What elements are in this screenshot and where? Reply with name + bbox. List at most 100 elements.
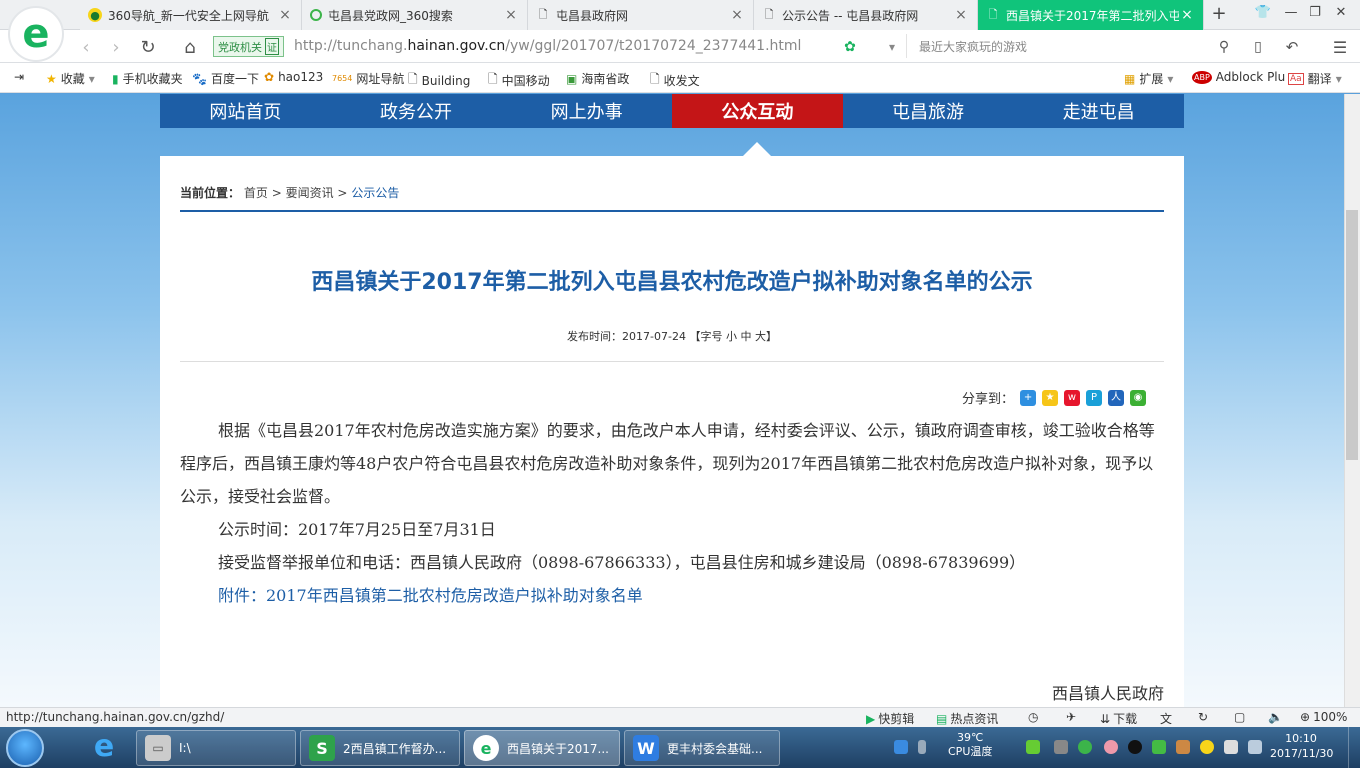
- clock-time: 10:10: [1285, 732, 1317, 745]
- monitor-icon[interactable]: [1248, 740, 1262, 754]
- cpu-temp-value: 39℃: [957, 731, 984, 744]
- app-tray-icon[interactable]: [1054, 740, 1068, 754]
- bookmark-label: 手机收藏夹: [122, 72, 183, 86]
- history-icon[interactable]: ◷: [1028, 710, 1038, 724]
- weibo-icon[interactable]: w: [1064, 389, 1081, 406]
- menu-icon[interactable]: ☰: [1328, 35, 1352, 59]
- close-icon[interactable]: ×: [503, 7, 519, 23]
- site-nav-about[interactable]: 走进屯昌: [1013, 94, 1184, 128]
- site-nav-public-interaction[interactable]: 公众互动: [672, 94, 843, 128]
- close-icon[interactable]: ×: [953, 7, 969, 23]
- back-icon[interactable]: ‹: [74, 35, 98, 59]
- sidebar-toggle-icon[interactable]: ⇥: [14, 70, 24, 84]
- restore-icon[interactable]: ❐: [1304, 5, 1326, 25]
- tencent-weibo-icon[interactable]: P: [1086, 389, 1103, 406]
- adblock-button[interactable]: ABP Adblock Plu: [1192, 70, 1285, 84]
- quick-clip-label: 快剪辑: [878, 712, 915, 726]
- security-icon[interactable]: ✿: [838, 35, 862, 59]
- chrome-icon[interactable]: [1104, 740, 1118, 754]
- phone-icon: ▮: [112, 71, 119, 86]
- tab-public-notice[interactable]: 🗋 公示公告 -- 屯昌县政府网 ×: [754, 0, 978, 30]
- new-tab-button[interactable]: +: [1206, 3, 1232, 27]
- window-icon[interactable]: ▢: [1234, 710, 1245, 724]
- download-button[interactable]: ⇊ 下载: [1100, 710, 1137, 727]
- extensions-button[interactable]: ▦ 扩展 ▾: [1124, 70, 1173, 87]
- browser-logo[interactable]: e: [8, 6, 64, 62]
- phone-icon[interactable]: ▯: [1246, 35, 1270, 59]
- bookmark-china-mobile[interactable]: 🗋 中国移动: [488, 70, 550, 91]
- forward-icon[interactable]: ›: [104, 35, 128, 59]
- page-icon: 🗋: [988, 7, 998, 21]
- user-icon[interactable]: [894, 740, 908, 754]
- site-nav-online-service[interactable]: 网上办事: [501, 94, 672, 128]
- refresh-icon[interactable]: ↻: [1198, 710, 1208, 724]
- wechat-icon[interactable]: ◉: [1130, 389, 1147, 406]
- bookmark-documents[interactable]: 🗋 收发文: [650, 70, 700, 91]
- bookmark-nav[interactable]: 7654 网址导航: [332, 70, 404, 87]
- quick-clip-button[interactable]: ▶ 快剪辑: [866, 710, 914, 727]
- taskbar-label: I:\: [179, 741, 191, 755]
- bookmark-mobile[interactable]: ▮ 手机收藏夹: [112, 70, 183, 87]
- clean-icon[interactable]: ✈: [1066, 710, 1076, 724]
- site-nav-gov-affairs[interactable]: 政务公开: [331, 94, 502, 128]
- show-desktop-button[interactable]: [1348, 727, 1360, 768]
- close-window-icon[interactable]: ✕: [1330, 5, 1352, 25]
- site-nav-home[interactable]: 网站首页: [160, 94, 331, 128]
- hot-news-button[interactable]: ▤ 热点资讯: [936, 710, 998, 727]
- renren-icon[interactable]: 人: [1108, 389, 1125, 406]
- taskbar-label: 2西昌镇工作督办...: [343, 741, 447, 756]
- minimize-icon[interactable]: —: [1280, 5, 1302, 25]
- 360-tray-icon[interactable]: [1200, 740, 1214, 754]
- close-icon[interactable]: ×: [1179, 7, 1195, 23]
- gov-badge[interactable]: 党政机关 证: [213, 36, 284, 57]
- qzone-icon[interactable]: ★: [1042, 389, 1059, 406]
- flag-icon[interactable]: [1224, 740, 1238, 754]
- battery-icon[interactable]: [1026, 740, 1040, 754]
- home-icon[interactable]: ⌂: [178, 35, 202, 59]
- bookmark-hao123[interactable]: ✿ hao123: [264, 70, 323, 84]
- ie-icon[interactable]: e: [86, 731, 122, 765]
- cpu-temp[interactable]: 39℃ CPU温度: [948, 731, 992, 759]
- tray-app-icon[interactable]: [1176, 740, 1190, 754]
- taskbar-wps-writer[interactable]: W 更丰村委会基础...: [624, 730, 780, 766]
- breadcrumb-notices[interactable]: 公示公告: [351, 186, 399, 200]
- qq-icon[interactable]: [1128, 740, 1142, 754]
- breadcrumb-home[interactable]: 首页: [244, 186, 268, 200]
- 360-safe-icon[interactable]: [1078, 740, 1092, 754]
- taskbar-explorer[interactable]: ▭ I:\: [136, 730, 296, 766]
- close-icon[interactable]: ×: [729, 7, 745, 23]
- tab-current-article[interactable]: 🗋 西昌镇关于2017年第二批列入屯 ×: [978, 0, 1204, 30]
- tab-360-search[interactable]: 屯昌县党政网_360搜索 ×: [302, 0, 528, 30]
- dropdown-icon[interactable]: ▾: [880, 35, 904, 59]
- attachment-link[interactable]: 附件：2017年西昌镇第二批农村危房改造户拟补助对象名单: [180, 579, 1164, 612]
- volume-icon[interactable]: 🔈: [1268, 710, 1283, 724]
- url-input[interactable]: http://tunchang.hainan.gov.cn/yw/ggl/201…: [294, 38, 801, 54]
- zoom-control[interactable]: ⊕ 100%: [1300, 710, 1347, 724]
- url-path: /yw/ggl/201707/t20170724_2377441.html: [505, 38, 802, 54]
- search-input[interactable]: 最近大家疯玩的游戏: [906, 34, 1236, 58]
- shield-icon[interactable]: [1152, 740, 1166, 754]
- search-icon: [310, 9, 322, 21]
- tab-tunchang-gov[interactable]: 🗋 屯昌县政府网 ×: [528, 0, 754, 30]
- start-button[interactable]: [6, 729, 44, 767]
- translate-button[interactable]: Aa 翻译 ▾: [1288, 70, 1342, 87]
- translate-icon[interactable]: 文: [1160, 710, 1172, 727]
- undo-icon[interactable]: ↶: [1280, 35, 1304, 59]
- bookmark-building[interactable]: 🗋 Building: [408, 70, 470, 91]
- clock[interactable]: 10:10 2017/11/30: [1270, 731, 1333, 761]
- scrollbar-thumb[interactable]: [1346, 210, 1358, 460]
- tab-360-nav[interactable]: ● 360导航_新一代安全上网导航 ×: [80, 0, 302, 30]
- bookmark-baidu[interactable]: 🐾 百度一下: [192, 70, 259, 87]
- site-nav-tourism[interactable]: 屯昌旅游: [843, 94, 1014, 128]
- skin-icon[interactable]: 👕: [1252, 5, 1274, 25]
- taskbar-wps-sheet[interactable]: S 2西昌镇工作督办...: [300, 730, 460, 766]
- network-speed-icon[interactable]: [918, 740, 926, 754]
- status-bar: http://tunchang.hainan.gov.cn/gzhd/ ▶ 快剪辑…: [0, 707, 1360, 727]
- taskbar-browser[interactable]: e 西昌镇关于2017...: [464, 730, 620, 766]
- breadcrumb-news[interactable]: 要闻资讯: [286, 186, 334, 200]
- refresh-icon[interactable]: ↻: [136, 35, 160, 59]
- share-more-icon[interactable]: +: [1020, 389, 1037, 406]
- bookmark-hainan[interactable]: ▣ 海南省政: [566, 70, 629, 87]
- close-icon[interactable]: ×: [277, 7, 293, 23]
- bookmark-favorites[interactable]: ★ 收藏 ▾: [46, 70, 95, 87]
